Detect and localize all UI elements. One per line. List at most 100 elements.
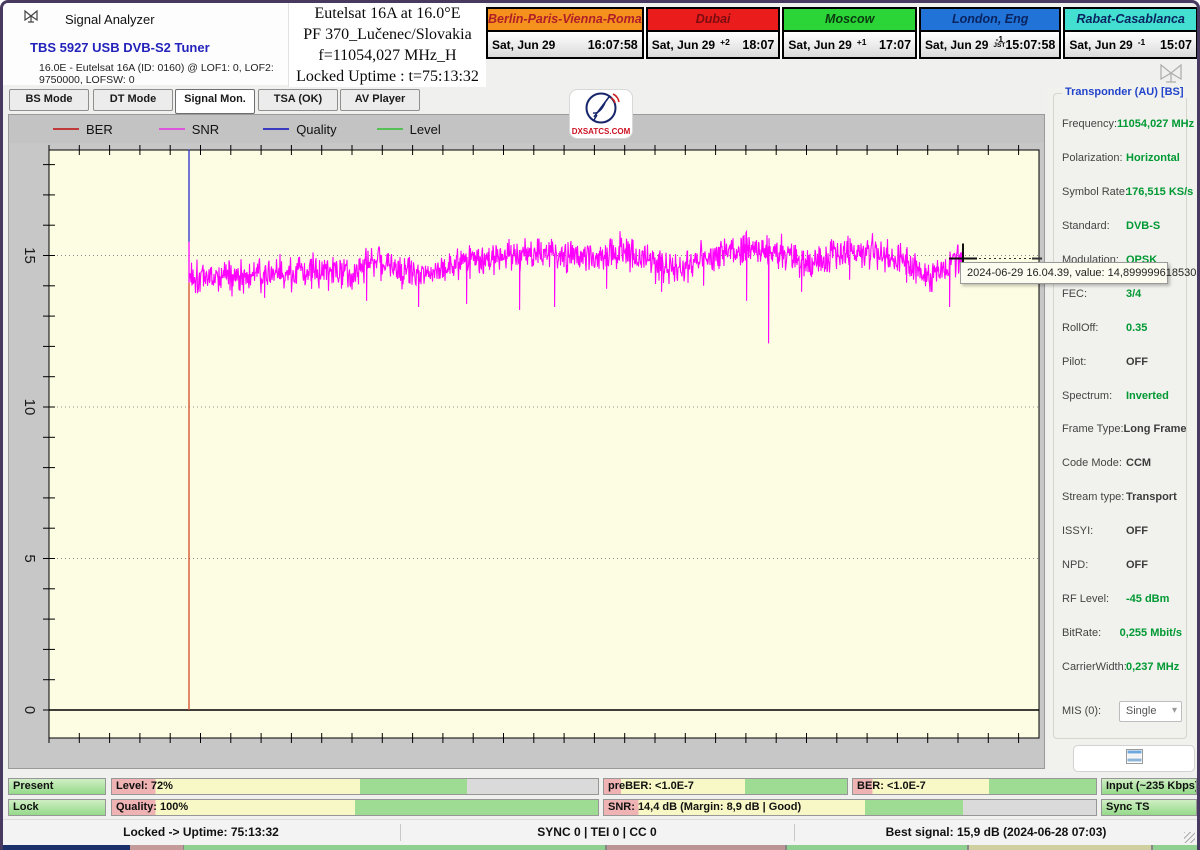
clock-city-label: Moscow xyxy=(784,9,915,30)
row-frequency: Frequency:11054,027 MHz xyxy=(1062,118,1182,130)
transponder-panel-title: Transponder (AU) [BS] xyxy=(1062,86,1187,98)
signal-analyzer-window: Signal Analyzer TBS 5927 USB DVB-S2 Tune… xyxy=(0,0,1200,850)
row-fec: FEC:3/4 xyxy=(1062,288,1182,300)
sync-ts-indicator: Sync TS xyxy=(1101,799,1197,816)
row-stream-type: Stream type:Transport xyxy=(1062,491,1182,503)
clock-berlin: Berlin-Paris-Vienna-Roma Sat, Jun 29 16:… xyxy=(486,7,644,59)
status-bar: Locked -> Uptime: 75:13:32 SYNC 0 | TEI … xyxy=(3,819,1197,846)
ber-line-swatch xyxy=(53,128,79,130)
lock-indicator: Lock xyxy=(8,799,106,816)
clock-utc-offset: -1 xyxy=(1138,38,1146,46)
clock-utc-offset: +1 xyxy=(857,38,867,46)
clock-utc-offset: +2 xyxy=(720,38,730,46)
row-mis: MIS (0): Single ▾ xyxy=(1062,701,1182,722)
legend-snr: SNR xyxy=(159,122,219,137)
tab-bs-mode[interactable]: BS Mode xyxy=(9,89,89,111)
background-window-strip-segment xyxy=(607,845,785,850)
present-indicator: Present xyxy=(8,778,106,795)
tab-tsa[interactable]: TSA (OK) xyxy=(258,89,338,111)
chart-value-tooltip: 2024-06-29 16.04.39, value: 14,899999618… xyxy=(960,262,1168,284)
status-uptime: Locked -> Uptime: 75:13:32 xyxy=(123,825,279,839)
frequency-line: f=11054,027 MHz_H xyxy=(289,45,486,66)
clock-date: Sat, Jun 29 xyxy=(1069,38,1132,52)
resize-grip[interactable] xyxy=(1184,832,1195,843)
background-window-strip-segment xyxy=(969,845,1151,850)
window-title: Signal Analyzer xyxy=(65,12,155,27)
background-window-strip-segment xyxy=(787,845,967,850)
clock-dubai: Dubai Sat, Jun 29 +2 18:07 xyxy=(646,7,781,59)
clock-london: London, Eng Sat, Jun 29 -1JST 15:07:58 xyxy=(919,7,1061,59)
satellite-name: Eutelsat 16A at 16.0°E xyxy=(289,3,486,24)
clock-time: 18:07 xyxy=(742,38,774,52)
background-window-strip-segment xyxy=(130,845,183,850)
input-indicator: Input (~235 Kbps) xyxy=(1101,778,1197,795)
svg-text:5: 5 xyxy=(21,554,38,562)
clock-date: Sat, Jun 29 xyxy=(925,38,988,52)
chevron-down-icon: ▾ xyxy=(1172,702,1177,720)
status-sync-counters: SYNC 0 | TEI 0 | CC 0 xyxy=(537,825,656,839)
clock-time: 17:07 xyxy=(879,38,911,52)
row-code-mode: Code Mode:CCM xyxy=(1062,457,1182,469)
row-frame-type: Frame Type:Long Frame xyxy=(1062,423,1182,435)
clock-time: 15:07 xyxy=(1160,38,1192,52)
title-bar: Signal Analyzer TBS 5927 USB DVB-S2 Tune… xyxy=(3,3,288,85)
quality-line-swatch xyxy=(263,128,289,130)
world-clocks: Berlin-Paris-Vienna-Roma Sat, Jun 29 16:… xyxy=(486,7,1198,59)
record-stack-icon xyxy=(1126,749,1143,769)
clock-time: 15:07:58 xyxy=(1005,38,1055,52)
level-line-swatch xyxy=(377,128,403,130)
row-bitrate: BitRate:0,255 Mbit/s xyxy=(1062,627,1182,639)
clock-city-label: Berlin-Paris-Vienna-Roma xyxy=(488,9,642,30)
row-rf-level: RF Level:-45 dBm xyxy=(1062,593,1182,605)
tuner-name: TBS 5927 USB DVB-S2 Tuner xyxy=(30,40,210,55)
signal-chart-panel: BER SNR Quality Level 051015 xyxy=(8,114,1045,769)
snr-meter: SNR: 14,4 dB (Margin: 8,9 dB | Good) xyxy=(603,799,1097,816)
snr-line-swatch xyxy=(159,128,185,130)
chart-legend: BER SNR Quality Level xyxy=(9,115,1044,143)
preber-meter: preBER: <1.0E-7 xyxy=(603,778,848,795)
signal-chart[interactable]: 051015 xyxy=(9,143,1044,768)
clock-rabat: Rabat-Casablanca Sat, Jun 29 -1 15:07 xyxy=(1063,7,1198,59)
svg-text:DXSATCS.COM: DXSATCS.COM xyxy=(572,127,631,136)
satellite-info-block: Eutelsat 16A at 16.0°E PF 370_Lučenec/Sl… xyxy=(288,3,486,87)
clock-utc-offset: -1JST xyxy=(993,35,1005,49)
clock-date: Sat, Jun 29 xyxy=(788,38,851,52)
dxsatcs-logo: DXSATCS.COM xyxy=(569,89,633,144)
status-divider xyxy=(794,824,795,841)
satellite-dish-icon xyxy=(23,9,39,30)
row-npd: NPD:OFF xyxy=(1062,559,1182,571)
background-window-strip-segment xyxy=(3,845,130,850)
background-window-strip-segment xyxy=(184,845,605,850)
clock-moscow: Moscow Sat, Jun 29 +1 17:07 xyxy=(782,7,917,59)
mode-tabbar: BS Mode DT Mode Signal Mon. TSA (OK) AV … xyxy=(3,87,1045,114)
mis-dropdown[interactable]: Single ▾ xyxy=(1119,701,1182,722)
row-polarization: Polarization:Horizontal xyxy=(1062,152,1182,164)
ber-meter: BER: <1.0E-7 xyxy=(852,778,1097,795)
clock-time: 16:07:58 xyxy=(588,38,638,52)
status-best-signal: Best signal: 15,9 dB (2024-06-28 07:03) xyxy=(886,825,1107,839)
legend-quality: Quality xyxy=(263,122,336,137)
row-issyi: ISSYI:OFF xyxy=(1062,525,1182,537)
locked-uptime-line: Locked Uptime : t=75:13:32 xyxy=(289,66,486,87)
transponder-panel: Transponder (AU) [BS] Frequency:11054,02… xyxy=(1047,87,1197,771)
row-symbol-rate: Symbol Rate:176,515 KS/s xyxy=(1062,186,1182,198)
row-pilot: Pilot:OFF xyxy=(1062,356,1182,368)
clock-date: Sat, Jun 29 xyxy=(492,38,555,52)
tuner-detail: 16.0E - Eutelsat 16A (ID: 0160) @ LOF1: … xyxy=(39,62,288,86)
tab-dt-mode[interactable]: DT Mode xyxy=(93,89,173,111)
clock-date: Sat, Jun 29 xyxy=(652,38,715,52)
row-rolloff: RollOff:0.35 xyxy=(1062,322,1182,334)
status-divider xyxy=(400,824,401,841)
antenna-location: PF 370_Lučenec/Slovakia xyxy=(289,24,486,45)
tab-av-player[interactable]: AV Player xyxy=(340,89,420,111)
legend-ber: BER xyxy=(53,122,113,137)
quality-meter: Quality: 100% xyxy=(111,799,599,816)
svg-text:10: 10 xyxy=(21,399,38,416)
transponder-list-button[interactable] xyxy=(1073,745,1195,772)
row-spectrum: Spectrum:Inverted xyxy=(1062,390,1182,402)
level-meter: Level: 72% xyxy=(111,778,599,795)
clock-city-label: London, Eng xyxy=(921,9,1059,30)
background-window-strip-segment xyxy=(1153,845,1197,850)
row-standard: Standard:DVB-S xyxy=(1062,220,1182,232)
tab-signal-mon[interactable]: Signal Mon. xyxy=(175,89,255,114)
